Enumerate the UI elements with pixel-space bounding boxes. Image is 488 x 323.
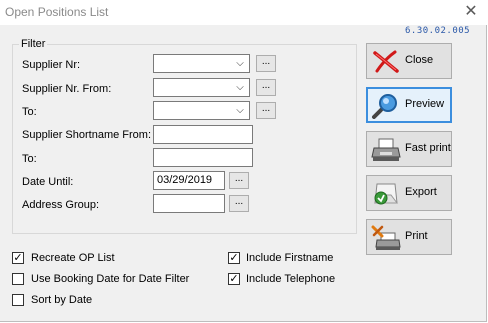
print-button[interactable]: Print bbox=[366, 219, 452, 255]
address-group-browse-button[interactable]: ... bbox=[229, 195, 249, 212]
date-until-input[interactable]: 03/29/2019 bbox=[153, 171, 225, 190]
supplier-nr-to-label: To: bbox=[22, 106, 37, 118]
supplier-nr-to-combo[interactable]: ⌵ bbox=[153, 101, 250, 120]
printer-icon bbox=[371, 138, 401, 161]
recreate-op-list-checkbox[interactable]: ✓ bbox=[12, 252, 24, 264]
include-telephone-label: Include Telephone bbox=[246, 273, 336, 285]
magnifier-icon bbox=[372, 94, 397, 119]
recreate-op-list-label: Recreate OP List bbox=[31, 252, 115, 264]
use-booking-date-label: Use Booking Date for Date Filter bbox=[31, 273, 190, 285]
address-group-label: Address Group: bbox=[22, 199, 100, 211]
sort-by-date-checkbox[interactable] bbox=[12, 294, 24, 306]
preview-button-label: Preview bbox=[405, 98, 445, 110]
filter-legend: Filter bbox=[21, 38, 46, 50]
supplier-nr-to-browse-button[interactable]: ... bbox=[256, 102, 276, 119]
use-booking-date-checkbox[interactable] bbox=[12, 273, 24, 285]
version-label: 6.30.02.005 bbox=[405, 26, 471, 36]
chevron-down-icon: ⌵ bbox=[236, 82, 244, 93]
title-bar: Open Positions List ✕ bbox=[0, 0, 487, 25]
supplier-nr-combo[interactable]: ⌵ bbox=[153, 54, 250, 73]
supplier-nr-from-label: Supplier Nr. From: bbox=[22, 83, 112, 95]
include-telephone-checkbox[interactable]: ✓ bbox=[228, 273, 240, 285]
address-group-input[interactable] bbox=[153, 194, 225, 213]
export-button[interactable]: Export bbox=[366, 175, 452, 211]
chevron-down-icon: ⌵ bbox=[236, 105, 244, 116]
include-firstname-label: Include Firstname bbox=[246, 252, 334, 264]
supplier-nr-from-combo[interactable]: ⌵ bbox=[153, 78, 250, 97]
chevron-down-icon: ⌵ bbox=[236, 58, 244, 69]
dialog-window: Open Positions List ✕ 6.30.02.005 Filter… bbox=[0, 0, 487, 322]
date-until-picker-button[interactable]: ... bbox=[229, 172, 249, 189]
supplier-nr-browse-button[interactable]: ... bbox=[256, 55, 276, 72]
fast-print-button-label: Fast print bbox=[405, 142, 451, 154]
sort-by-date-label: Sort by Date bbox=[31, 294, 93, 306]
print-setup-icon bbox=[371, 225, 401, 250]
shortname-to-input[interactable] bbox=[153, 148, 253, 167]
red-x-icon bbox=[373, 50, 399, 73]
shortname-from-input[interactable] bbox=[153, 125, 253, 144]
print-button-label: Print bbox=[405, 230, 428, 242]
export-button-label: Export bbox=[405, 186, 437, 198]
include-firstname-checkbox[interactable]: ✓ bbox=[228, 252, 240, 264]
export-icon bbox=[374, 183, 398, 205]
preview-button[interactable]: Preview bbox=[366, 87, 452, 123]
supplier-nr-from-browse-button[interactable]: ... bbox=[256, 79, 276, 96]
shortname-from-label: Supplier Shortname From: bbox=[22, 129, 151, 141]
close-button-label: Close bbox=[405, 54, 434, 66]
fast-print-button[interactable]: Fast print bbox=[366, 131, 452, 167]
window-title: Open Positions List bbox=[5, 5, 109, 19]
shortname-to-label: To: bbox=[22, 153, 37, 165]
supplier-nr-label: Supplier Nr: bbox=[22, 59, 81, 71]
close-window-icon[interactable]: ✕ bbox=[462, 4, 480, 20]
close-button[interactable]: Close bbox=[366, 43, 452, 79]
date-until-label: Date Until: bbox=[22, 176, 74, 188]
